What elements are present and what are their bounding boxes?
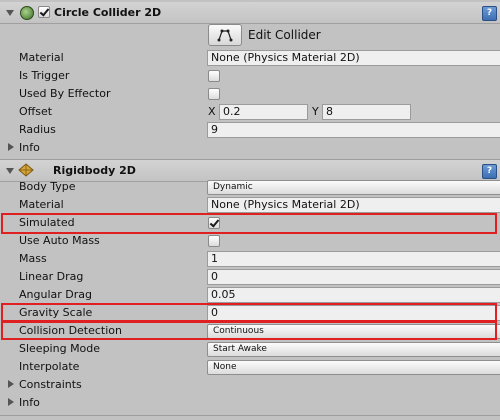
- sleeping-mode-dropdown[interactable]: Start Awake: [207, 342, 500, 357]
- rb-info-label[interactable]: Info: [19, 394, 40, 412]
- body-type-dropdown[interactable]: Dynamic: [207, 180, 500, 195]
- info-foldout-icon[interactable]: [8, 398, 14, 406]
- component-divider: [0, 415, 500, 416]
- gravity-scale-label: Gravity Scale: [19, 306, 93, 319]
- offset-y-field[interactable]: 8: [322, 104, 411, 120]
- is-trigger-label: Is Trigger: [19, 69, 70, 82]
- interpolate-label: Interpolate: [19, 360, 80, 373]
- simulated-highlight: [1, 213, 497, 234]
- component-title: Rigidbody 2D: [53, 164, 136, 177]
- offset-label: Offset: [19, 105, 53, 118]
- edit-collider-label: Edit Collider: [248, 28, 321, 42]
- radius-field[interactable]: 9: [207, 122, 500, 138]
- offset-x-field[interactable]: 0.2: [219, 104, 308, 120]
- is-trigger-checkbox[interactable]: [208, 70, 220, 82]
- interpolate-dropdown[interactable]: None: [207, 360, 500, 375]
- material-field[interactable]: None (Physics Material 2D): [207, 50, 500, 66]
- offset-y-label: Y: [312, 105, 319, 118]
- foldout-expanded-icon[interactable]: [6, 10, 14, 16]
- collision-detection-dropdown[interactable]: Continuous: [207, 324, 500, 339]
- collision-detection-label: Collision Detection: [19, 324, 123, 337]
- mass-field[interactable]: 1: [207, 251, 500, 267]
- constraints-label[interactable]: Constraints: [19, 376, 82, 394]
- offset-x-label: X: [208, 105, 216, 118]
- gravity-scale-field[interactable]: 0: [207, 305, 500, 321]
- linear-drag-field[interactable]: 0: [207, 269, 500, 285]
- angular-drag-label: Angular Drag: [19, 288, 92, 301]
- edit-collider-icon: [217, 29, 233, 42]
- rigidbody-icon: [18, 163, 34, 177]
- circle-collider-icon: [20, 6, 34, 20]
- help-icon[interactable]: ?: [482, 6, 497, 21]
- circle-collider-header[interactable]: Circle Collider 2D ?: [0, 2, 500, 24]
- use-auto-mass-label: Use Auto Mass: [19, 234, 100, 247]
- linear-drag-label: Linear Drag: [19, 270, 84, 283]
- simulated-checkbox[interactable]: [208, 217, 220, 229]
- info-foldout-icon[interactable]: [8, 143, 14, 151]
- used-by-effector-checkbox[interactable]: [208, 88, 220, 100]
- used-by-effector-label: Used By Effector: [19, 87, 111, 100]
- angular-drag-field[interactable]: 0.05: [207, 287, 500, 303]
- collider-enabled-checkbox[interactable]: [38, 6, 50, 18]
- radius-label: Radius: [19, 123, 56, 136]
- use-auto-mass-checkbox[interactable]: [208, 235, 220, 247]
- rb-material-field[interactable]: None (Physics Material 2D): [207, 197, 500, 213]
- rb-material-label: Material: [19, 198, 64, 211]
- constraints-foldout-icon[interactable]: [8, 380, 14, 388]
- edit-collider-button[interactable]: [208, 24, 242, 46]
- mass-label: Mass: [19, 252, 47, 265]
- component-title: Circle Collider 2D: [54, 6, 162, 19]
- info-label[interactable]: Info: [19, 139, 40, 157]
- body-type-label: Body Type: [19, 180, 76, 193]
- foldout-expanded-icon[interactable]: [6, 168, 14, 174]
- sleeping-mode-label: Sleeping Mode: [19, 342, 101, 355]
- help-icon[interactable]: ?: [482, 164, 497, 179]
- material-label: Material: [19, 51, 64, 64]
- simulated-label: Simulated: [19, 216, 75, 229]
